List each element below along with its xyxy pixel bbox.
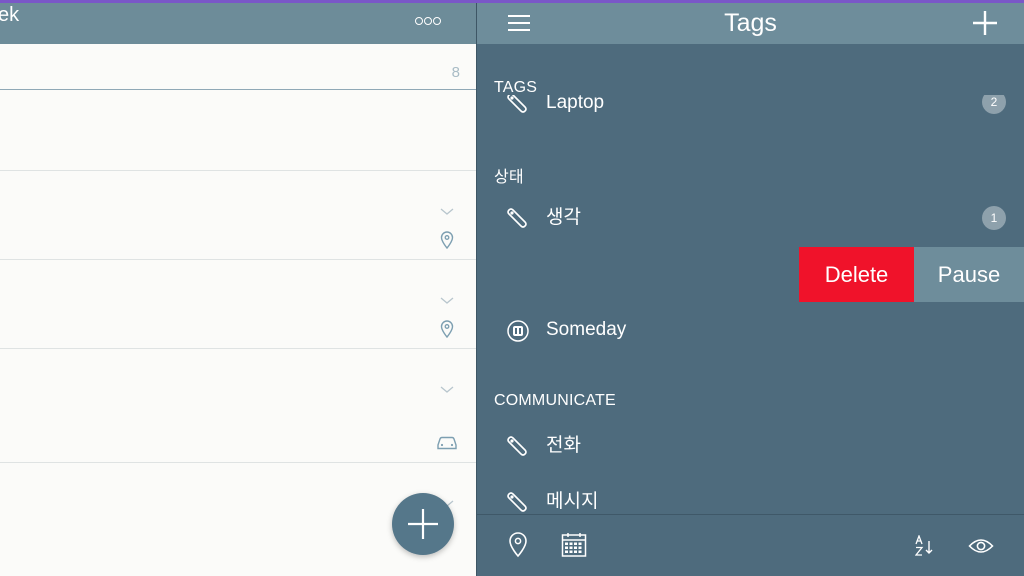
task-count: 8 — [451, 64, 460, 81]
tag-icon — [507, 436, 527, 456]
tag-label: 전화 — [546, 435, 581, 456]
delete-button[interactable]: Delete — [799, 247, 914, 302]
task-row[interactable]: 8 — [0, 44, 476, 90]
more-options-icon[interactable] — [415, 17, 441, 25]
bottom-toolbar — [477, 514, 1024, 576]
tag-item-think[interactable]: 생각 1 — [477, 194, 1024, 242]
pause-tag-icon — [507, 320, 529, 342]
tag-icon — [507, 208, 527, 228]
tag-count-badge: 1 — [982, 206, 1006, 230]
task-row[interactable] — [0, 260, 476, 349]
sort-az-icon[interactable] — [915, 535, 935, 557]
tags-section-header: TAGS — [477, 44, 1024, 96]
left-title: ek — [0, 4, 20, 26]
add-task-button[interactable] — [392, 493, 454, 555]
left-header: ek — [0, 3, 476, 44]
page-title: Tags — [724, 9, 777, 37]
add-tag-icon[interactable] — [973, 11, 997, 35]
tags-pane: Tags Laptop 2 TAGS 상태 생각 1 Delete Pause … — [477, 3, 1024, 576]
section-tags: TAGS — [494, 79, 538, 96]
tags-header: Tags — [477, 3, 1024, 44]
task-row[interactable] — [0, 171, 476, 260]
tag-label: Someday — [546, 319, 627, 340]
chevron-down-icon[interactable] — [440, 386, 454, 394]
pause-button[interactable]: Pause — [914, 247, 1024, 302]
location-pin-icon — [440, 231, 454, 249]
chevron-down-icon[interactable] — [440, 208, 454, 216]
section-status: 상태 — [494, 169, 524, 186]
tag-item-someday[interactable]: Someday — [477, 306, 1024, 354]
task-list-pane: ek 8 — [0, 3, 476, 576]
eye-icon[interactable] — [968, 537, 994, 555]
tag-icon — [507, 492, 527, 512]
tag-label: 메시지 — [546, 491, 599, 512]
location-pin-icon[interactable] — [508, 532, 528, 558]
task-row[interactable] — [0, 349, 476, 463]
location-pin-icon — [440, 320, 454, 338]
tag-item-phone[interactable]: 전화 — [477, 422, 1024, 470]
tag-label: 생각 — [546, 207, 581, 228]
task-row[interactable] — [0, 90, 476, 171]
chevron-down-icon[interactable] — [440, 297, 454, 305]
calendar-icon[interactable] — [561, 532, 587, 558]
section-communicate: COMMUNICATE — [494, 392, 616, 409]
plus-icon — [408, 509, 438, 539]
car-icon — [437, 436, 457, 450]
